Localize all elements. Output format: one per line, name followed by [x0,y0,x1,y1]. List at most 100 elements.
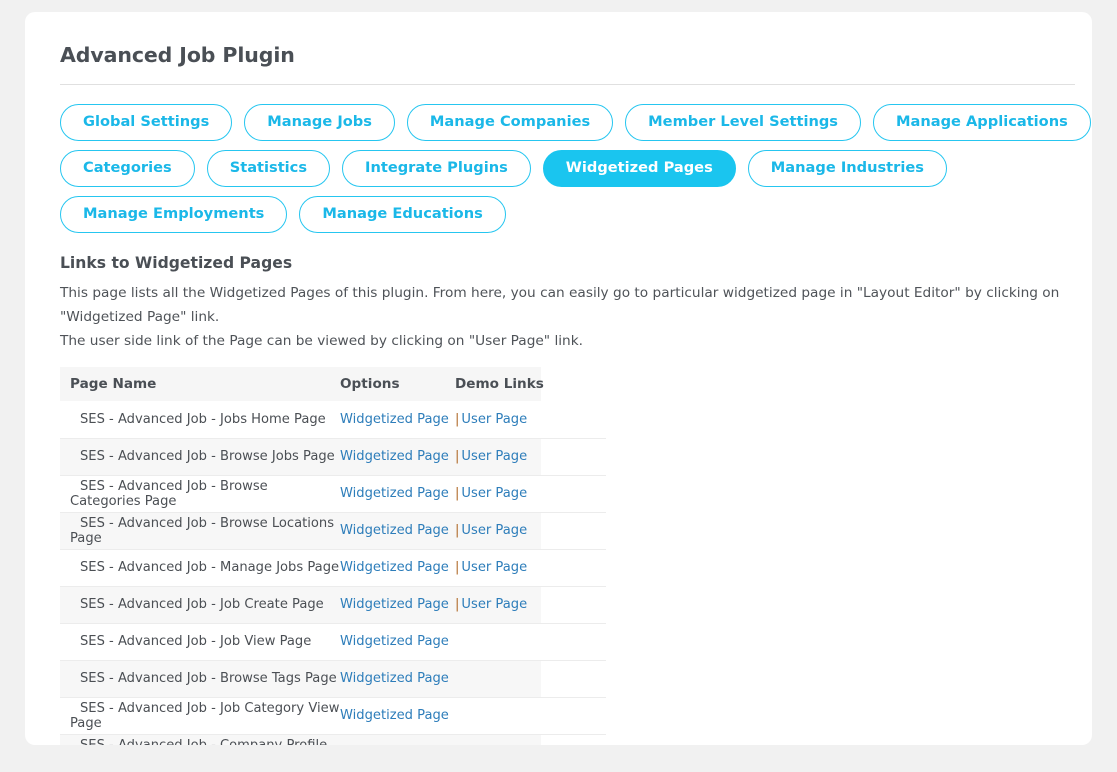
cell-demo-links: | User Page [455,512,606,550]
cell-page-name: SES - Advanced Job - Manage Jobs Page [60,549,340,587]
page-name-text: SES - Advanced Job - Company Profile Pag… [80,737,328,746]
link-separator: | [455,523,460,538]
tab-member-level-settings[interactable]: Member Level Settings [625,104,861,141]
cell-demo-links: | User Page [455,475,606,513]
section-title: Links to Widgetized Pages [60,254,293,272]
tab-manage-educations[interactable]: Manage Educations [299,196,506,233]
link-separator: | [455,597,460,612]
cell-page-name: SES - Advanced Job - Job View Page [60,623,340,661]
user-page-link[interactable]: User Page [461,486,527,501]
widgetized-page-link[interactable]: Widgetized Page [340,671,449,686]
widgetized-page-link[interactable]: Widgetized Page [340,449,449,464]
cell-demo-links [455,623,606,661]
cell-options: Widgetized Page [340,475,455,513]
cell-options: Widgetized Page [340,401,455,439]
cell-page-name: SES - Advanced Job - Browse Locations Pa… [60,512,340,550]
tab-manage-companies[interactable]: Manage Companies [406,104,614,141]
link-separator: | [455,411,460,427]
cell-page-name: SES - Advanced Job - Job Category View P… [60,697,340,735]
link-separator: | [455,560,460,575]
cell-page-name: SES - Advanced Job - Job Create Page [60,586,340,624]
tab-statistics[interactable]: Statistics [206,150,331,187]
page-name-text: SES - Advanced Job - Job View Page [80,634,312,649]
cell-options: Widgetized Page [340,512,455,550]
tab-manage-industries[interactable]: Manage Industries [747,150,947,187]
widgetized-page-link[interactable]: Widgetized Page [340,634,449,649]
user-page-link[interactable]: User Page [461,412,527,427]
tab-manage-jobs[interactable]: Manage Jobs [244,104,395,141]
tab-global-settings[interactable]: Global Settings [60,104,233,141]
user-page-link[interactable]: User Page [461,560,527,575]
description-line-1: This page lists all the Widgetized Pages… [60,285,1060,325]
column-header-demo-links: Demo Links [455,367,606,401]
table-row: SES - Advanced Job - Company Profile Pag… [60,734,606,745]
user-page-link[interactable]: User Page [461,523,527,538]
widgetized-pages-table-wrapper: Page Name Options Demo Links SES - Advan… [60,367,606,745]
table-row: SES - Advanced Job - Browse Categories P… [60,475,606,513]
tab-bar: Global Settings Manage Jobs Manage Compani… [60,104,1092,233]
column-header-page-name: Page Name [60,367,340,401]
user-page-link[interactable]: User Page [461,597,527,612]
table-row: SES - Advanced Job - Job Category View P… [60,697,606,735]
cell-page-name: SES - Advanced Job - Browse Categories P… [60,475,340,513]
cell-demo-links [455,660,606,698]
page-name-text: SES - Advanced Job - Jobs Home Page [80,411,326,427]
tab-integrate-plugins[interactable]: Integrate Plugins [342,150,531,187]
cell-options: Widgetized Page [340,623,455,661]
section-description: This page lists all the Widgetized Pages… [60,281,1092,353]
widgetized-page-link[interactable]: Widgetized Page [340,486,449,501]
page-name-text: SES - Advanced Job - Job Category View P… [70,700,340,731]
cell-demo-links [455,734,606,745]
user-page-link[interactable]: User Page [461,449,527,464]
cell-options: Widgetized Page [340,549,455,587]
table-row: SES - Advanced Job - Browse Locations Pa… [60,512,606,550]
cell-demo-links: | User Page [455,401,606,439]
link-separator: | [455,449,460,464]
table-head: Page Name Options Demo Links [60,367,606,401]
description-line-2: The user side link of the Page can be vi… [60,333,584,349]
table-row: SES - Advanced Job - Browse Tags Page Wid… [60,660,606,698]
cell-demo-links: | User Page [455,549,606,587]
table-header-row: Page Name Options Demo Links [60,367,606,401]
widgetized-page-link[interactable]: Widgetized Page [340,597,449,612]
cell-options: Widgetized Page [340,697,455,735]
table-row: SES - Advanced Job - Job View Page Widget… [60,623,606,661]
plugin-admin-card: Advanced Job Plugin Global Settings Manag… [25,12,1092,745]
column-header-options: Options [340,367,455,401]
widgetized-page-link[interactable]: Widgetized Page [340,412,449,427]
cell-page-name: SES - Advanced Job - Browse Tags Page [60,660,340,698]
page-name-text: SES - Advanced Job - Job Create Page [80,597,324,612]
cell-page-name: SES - Advanced Job - Browse Jobs Page [60,438,340,476]
page-name-text: SES - Advanced Job - Manage Jobs Page [80,560,340,575]
table-row: SES - Advanced Job - Job Create Page Widg… [60,586,606,624]
cell-options: Widgetized Page [340,586,455,624]
tab-categories[interactable]: Categories [60,150,195,187]
cell-page-name: SES - Advanced Job - Company Profile Pag… [60,734,340,745]
tab-manage-employments[interactable]: Manage Employments [60,196,288,233]
page-name-text: SES - Advanced Job - Browse Locations Pa… [70,515,335,546]
table-body: SES - Advanced Job - Jobs Home Page Widge… [60,401,606,745]
table-row: SES - Advanced Job - Jobs Home Page Widge… [60,401,606,439]
cell-page-name: SES - Advanced Job - Jobs Home Page [60,401,340,439]
cell-demo-links: | User Page [455,586,606,624]
table-row: SES - Advanced Job - Browse Jobs Page Wid… [60,438,606,476]
tab-manage-applications[interactable]: Manage Applications [872,104,1091,141]
table-row: SES - Advanced Job - Manage Jobs Page Wid… [60,549,606,587]
cell-options: Widgetized Page [340,734,455,745]
page-name-text: SES - Advanced Job - Browse Categories P… [70,478,268,509]
tab-widgetized-pages[interactable]: Widgetized Pages [542,150,736,187]
widgetized-page-link[interactable]: Widgetized Page [340,523,449,538]
page-title: Advanced Job Plugin [60,43,295,67]
page-name-text: SES - Advanced Job - Browse Tags Page [80,671,337,686]
widgetized-page-link[interactable]: Widgetized Page [340,560,449,575]
cell-demo-links: | User Page [455,438,606,476]
cell-options: Widgetized Page [340,660,455,698]
page-name-text: SES - Advanced Job - Browse Jobs Page [80,449,335,464]
title-divider [60,84,1075,85]
cell-demo-links [455,697,606,735]
widgetized-page-link[interactable]: Widgetized Page [340,708,449,723]
link-separator: | [455,486,460,501]
widgetized-pages-table: Page Name Options Demo Links SES - Advan… [60,367,606,745]
card-content: Advanced Job Plugin Global Settings Manag… [25,12,1092,745]
cell-options: Widgetized Page [340,438,455,476]
